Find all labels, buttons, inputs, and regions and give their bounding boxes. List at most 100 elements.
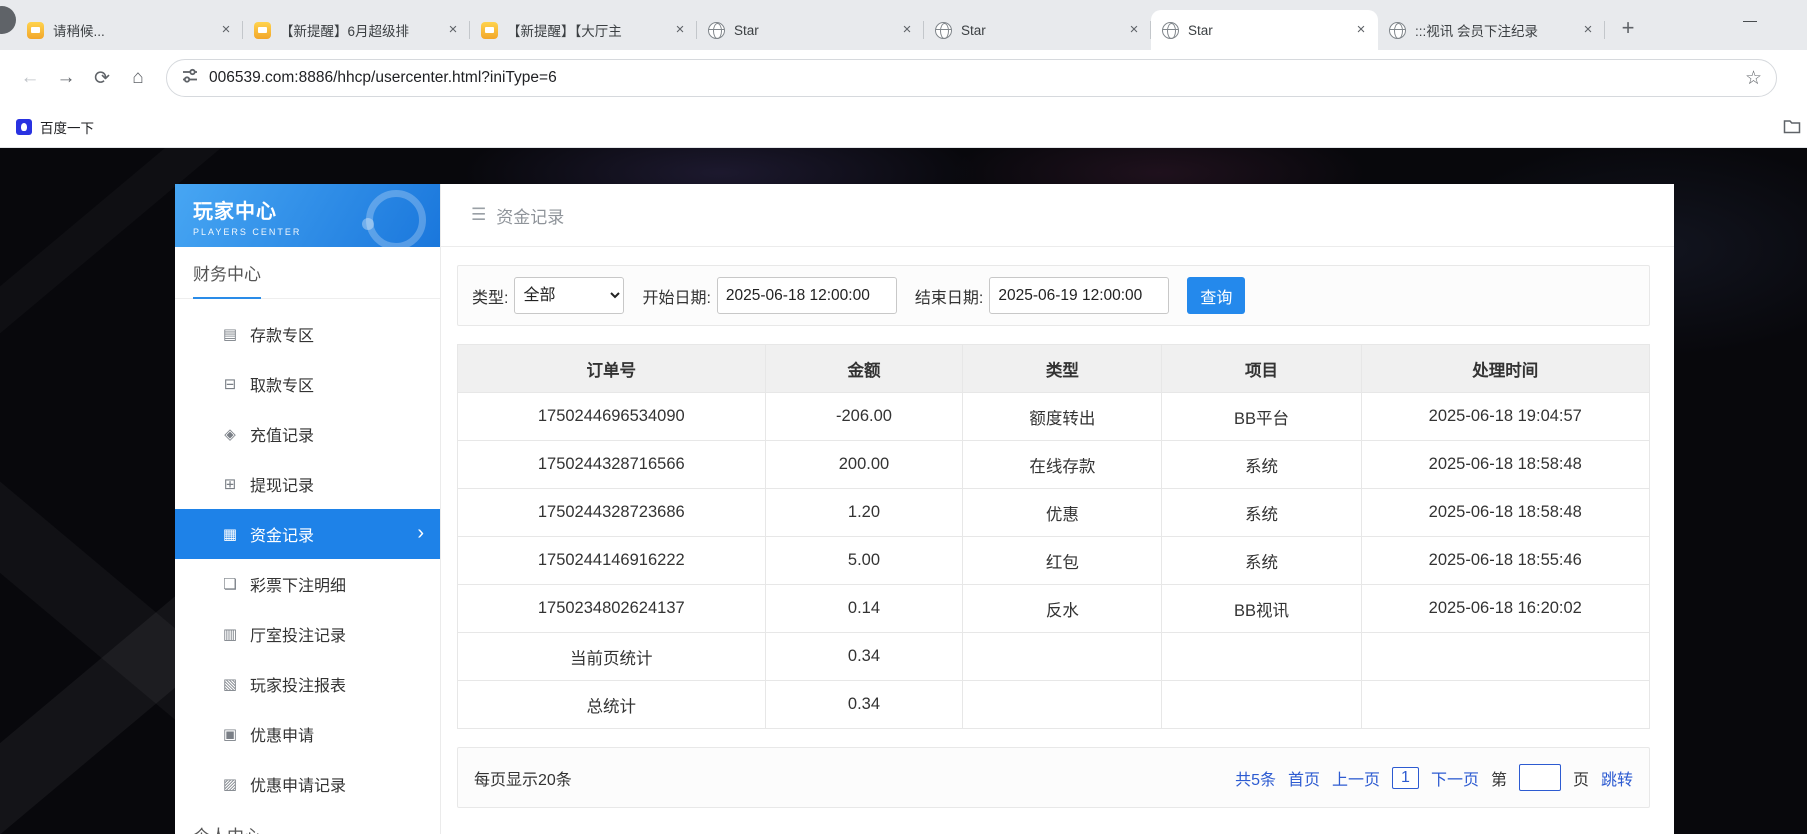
pager: 共5条 首页 上一页 1 下一页 第 页 跳转 xyxy=(1235,764,1633,791)
bookmarks-folder-icon[interactable] xyxy=(1783,118,1801,139)
address-bar[interactable]: 006539.com:8886/hhcp/usercenter.html?ini… xyxy=(166,59,1777,97)
browser-tab[interactable]: :::视讯 会员下注纪录 × xyxy=(1378,10,1605,50)
sidebar-menu-item[interactable]: ▦ 资金记录 › xyxy=(175,509,440,559)
table-row: 1750244328716566 200.00 在线存款 系统 2025-06-… xyxy=(457,440,1651,489)
tab-title: 【新提醒】【大厅主 xyxy=(507,24,622,39)
cell-amount: 0.34 xyxy=(764,632,964,681)
cell-project: BB平台 xyxy=(1161,392,1362,441)
reload-icon[interactable]: ⟳ xyxy=(84,60,120,96)
bookmark-star-icon[interactable]: ☆ xyxy=(1745,67,1762,90)
tab-close-icon[interactable]: × xyxy=(444,21,462,39)
browser-tab[interactable]: Star × xyxy=(924,10,1151,50)
menu-item-label: 提现记录 xyxy=(250,478,315,495)
browser-tab[interactable]: 【新提醒】【大厅主 × xyxy=(470,10,697,50)
menu-item-label: 资金记录 xyxy=(250,528,315,545)
back-icon[interactable]: ← xyxy=(12,60,48,96)
forward-icon[interactable]: → xyxy=(48,60,84,96)
page-background: 玩家中心 PLAYERS CENTER 财务中心 ▤ 存款专区 › xyxy=(0,148,1807,834)
minimize-button[interactable]: — xyxy=(1743,12,1757,28)
table-row: 1750244696534090 -206.00 额度转出 BB平台 2025-… xyxy=(457,392,1651,441)
cell-type: 额度转出 xyxy=(962,392,1163,441)
query-button[interactable]: 查询 xyxy=(1187,277,1246,314)
cell-project xyxy=(1161,680,1362,729)
sidebar-menu-item[interactable]: ❏ 彩票下注明细 › xyxy=(175,559,440,609)
cell-type: 优惠 xyxy=(962,488,1163,537)
tab-close-icon[interactable]: × xyxy=(671,21,689,39)
browser-tab[interactable]: Star × xyxy=(697,10,924,50)
cell-time: 2025-06-18 18:55:46 xyxy=(1360,536,1651,585)
menu-icon: ☰ xyxy=(471,205,487,224)
main-content: 类型: 全部 开始日期: 结束日期: 查询 xyxy=(441,247,1674,808)
tab-close-icon[interactable]: × xyxy=(1579,21,1597,39)
menu-item-icon: ⊟ xyxy=(223,376,237,393)
sidebar-menu-item[interactable]: ▥ 厅室投注记录 › xyxy=(175,609,440,659)
cell-project: 系统 xyxy=(1161,536,1362,585)
cell-type: 反水 xyxy=(962,584,1163,633)
sidebar-subtitle: PLAYERS CENTER xyxy=(193,227,302,237)
menu-item-label: 充值记录 xyxy=(250,428,315,445)
prev-page-link[interactable]: 上一页 xyxy=(1332,766,1380,790)
tab-favicon-icon xyxy=(935,21,952,39)
cell-time xyxy=(1360,680,1651,729)
bookmark-label: 百度一下 xyxy=(40,120,94,136)
cell-amount: 0.14 xyxy=(764,584,964,633)
next-page-link[interactable]: 下一页 xyxy=(1431,766,1479,790)
cell-project: BB视讯 xyxy=(1161,584,1362,633)
main-area: ☰ 资金记录 类型: 全部 开始日期: 结束日期: 查询 xyxy=(441,184,1674,834)
table-row: 当前页统计 0.34 xyxy=(457,632,1651,681)
tab-title: 【新提醒】6月超级排 xyxy=(280,24,410,39)
bookmark-item[interactable]: 百度一下 xyxy=(8,117,102,137)
menu-item-label: 玩家投注报表 xyxy=(250,678,347,695)
menu-item-icon: ▣ xyxy=(222,726,238,743)
sidebar-menu-item[interactable]: ⊟ 取款专区 › xyxy=(175,359,440,409)
cell-order-id: 总统计 xyxy=(457,680,766,729)
type-label: 类型: xyxy=(472,289,509,307)
cell-project: 系统 xyxy=(1161,440,1362,489)
table-header-cell: 处理时间 xyxy=(1360,344,1651,393)
sidebar-menu-item[interactable]: ▤ 存款专区 › xyxy=(175,309,440,359)
cell-amount: 200.00 xyxy=(764,440,964,489)
table-row: 总统计 0.34 xyxy=(457,680,1651,729)
table-header-cell: 金额 xyxy=(764,344,964,393)
filter-bar: 类型: 全部 开始日期: 结束日期: 查询 xyxy=(457,265,1650,326)
baidu-favicon-icon xyxy=(16,118,32,135)
browser-tab[interactable]: 请稍候... × xyxy=(16,10,243,50)
sidebar-menu-item[interactable]: ▨ 优惠申请记录 › xyxy=(175,759,440,809)
sidebar-section-personal: 个人中心 xyxy=(175,809,440,834)
browser-tab[interactable]: 【新提醒】6月超级排 × xyxy=(243,10,470,50)
page-word-before: 第 xyxy=(1490,771,1507,789)
end-date-input[interactable] xyxy=(989,277,1170,314)
sidebar-menu-item[interactable]: ▣ 优惠申请 › xyxy=(175,709,440,759)
menu-item-label: 优惠申请记录 xyxy=(250,778,347,795)
browser-tab[interactable]: Star × xyxy=(1151,10,1378,50)
site-info-icon[interactable] xyxy=(181,67,199,90)
new-tab-button[interactable]: + xyxy=(1613,14,1643,44)
cell-order-id: 1750244328716566 xyxy=(457,440,766,489)
start-date-input[interactable] xyxy=(716,277,897,314)
tab-title: Star xyxy=(1188,22,1213,38)
sidebar-section-label: 财务中心 xyxy=(193,265,261,284)
page-number-input[interactable] xyxy=(1518,764,1561,791)
menu-item-icon: ▦ xyxy=(222,526,238,543)
jump-link[interactable]: 跳转 xyxy=(1601,766,1633,790)
home-icon[interactable]: ⌂ xyxy=(120,60,156,96)
per-page-label: 每页显示20条 xyxy=(474,771,572,789)
sidebar-menu-item[interactable]: ▧ 玩家投注报表 › xyxy=(175,659,440,709)
first-page-link[interactable]: 首页 xyxy=(1288,766,1320,790)
tab-close-icon[interactable]: × xyxy=(898,21,916,39)
cell-time xyxy=(1360,632,1651,681)
tab-close-icon[interactable]: × xyxy=(1125,21,1143,39)
table-row: 1750244146916222 5.00 红包 系统 2025-06-18 1… xyxy=(457,536,1651,585)
page-title: 资金记录 xyxy=(496,207,565,227)
sidebar-menu-item[interactable]: ◈ 充值记录 › xyxy=(175,409,440,459)
current-page[interactable]: 1 xyxy=(1392,766,1419,789)
tab-close-icon[interactable]: × xyxy=(217,21,235,39)
profile-avatar-partial[interactable] xyxy=(0,6,16,34)
type-select[interactable]: 全部 xyxy=(514,277,625,314)
sidebar-menu-item[interactable]: ⊞ 提现记录 › xyxy=(175,459,440,509)
tab-list: 请稍候... × 【新提醒】6月超级排 × 【新提醒】【大厅主 × Star ×… xyxy=(16,10,1605,50)
cell-time: 2025-06-18 19:04:57 xyxy=(1360,392,1651,441)
tab-close-icon[interactable]: × xyxy=(1352,21,1370,39)
cell-amount: 0.34 xyxy=(764,680,964,729)
tab-title: Star xyxy=(734,22,759,38)
